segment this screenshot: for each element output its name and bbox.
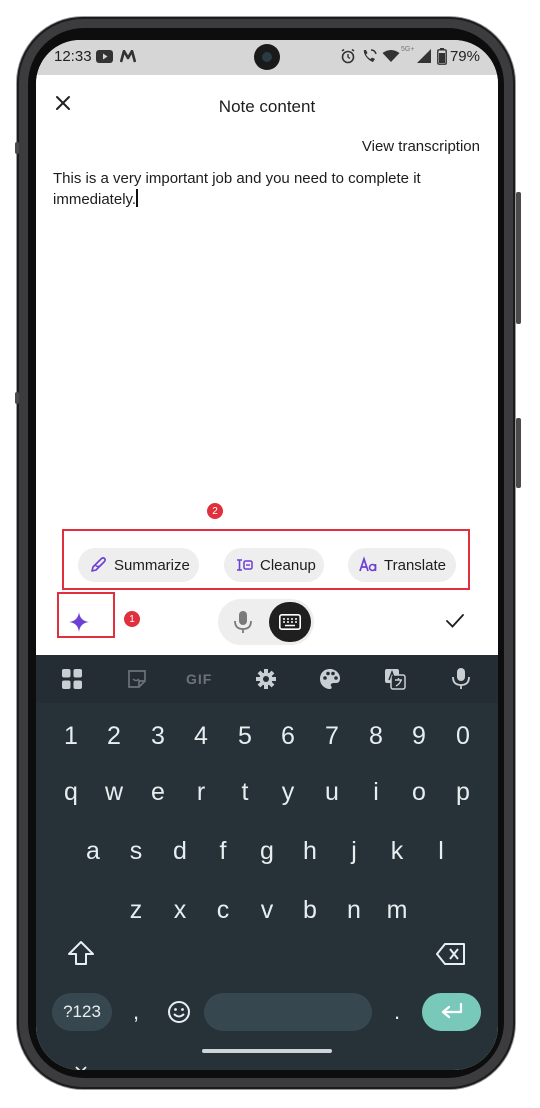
key-d[interactable]: d <box>162 837 198 866</box>
wifi-icon <box>382 49 400 63</box>
key-x[interactable]: x <box>162 896 198 925</box>
key-h[interactable]: h <box>292 837 328 866</box>
gif-icon[interactable]: GIF <box>186 671 218 687</box>
key-w[interactable]: w <box>96 778 132 807</box>
key-q[interactable]: q <box>53 778 89 807</box>
5g-signal-icon <box>416 48 432 64</box>
sparkle-icon[interactable] <box>68 611 90 633</box>
key-k[interactable]: k <box>379 837 415 866</box>
wifi-call-icon <box>361 48 378 64</box>
front-camera <box>254 44 280 70</box>
page-title: Note content <box>218 97 316 116</box>
hide-keyboard-icon[interactable] <box>74 1065 88 1070</box>
note-text-area[interactable]: This is a very important job and you nee… <box>53 169 483 210</box>
key-2[interactable]: 2 <box>96 722 132 751</box>
key-u[interactable]: u <box>314 778 350 807</box>
network-label: 5G+ <box>401 46 415 53</box>
cleanup-button[interactable]: Cleanup <box>224 548 324 582</box>
key-4[interactable]: 4 <box>183 722 219 751</box>
battery-icon <box>437 48 447 65</box>
key-z[interactable]: z <box>118 896 154 925</box>
view-transcription-link[interactable]: View transcription <box>362 138 480 155</box>
sticker-icon[interactable] <box>126 668 148 690</box>
key-1[interactable]: 1 <box>53 722 89 751</box>
keyboard-icon <box>279 614 301 630</box>
translate-icon <box>358 555 378 575</box>
translate-button[interactable]: Translate <box>348 548 456 582</box>
text-caret <box>136 189 139 207</box>
shift-key[interactable] <box>67 940 95 966</box>
annotation-badge-2: 2 <box>207 503 223 519</box>
comma-key[interactable]: , <box>118 999 154 1025</box>
key-6[interactable]: 6 <box>270 722 306 751</box>
emoji-icon[interactable] <box>167 1000 191 1024</box>
key-i[interactable]: i <box>358 778 394 807</box>
translate-label: Translate <box>384 556 446 574</box>
key-5[interactable]: 5 <box>227 722 263 751</box>
translate-icon[interactable] <box>384 668 406 690</box>
key-m[interactable]: m <box>379 896 415 925</box>
alarm-icon <box>340 48 356 64</box>
key-p[interactable]: p <box>445 778 481 807</box>
keyboard: 1 2 3 4 5 6 7 8 9 0 q w e r t y u i o p … <box>36 703 498 1070</box>
key-c[interactable]: c <box>205 896 241 925</box>
key-t[interactable]: t <box>227 778 263 807</box>
apps-grid-icon[interactable] <box>61 668 83 690</box>
summarize-label: Summarize <box>114 556 190 574</box>
key-n[interactable]: n <box>336 896 372 925</box>
screen: 12:33 5G+ 79% Note content View transcri… <box>36 40 498 1070</box>
keyboard-mode-button[interactable] <box>269 602 311 642</box>
backspace-key[interactable] <box>436 943 466 965</box>
key-f[interactable]: f <box>205 837 241 866</box>
text-cursor-icon <box>234 555 254 575</box>
microphone-icon[interactable] <box>232 610 254 634</box>
summarize-button[interactable]: Summarize <box>78 548 199 582</box>
home-indicator[interactable] <box>202 1049 332 1053</box>
key-o[interactable]: o <box>401 778 437 807</box>
power-button <box>516 418 521 488</box>
key-0[interactable]: 0 <box>445 722 481 751</box>
key-9[interactable]: 9 <box>401 722 437 751</box>
key-s[interactable]: s <box>118 837 154 866</box>
battery-percent: 79% <box>449 48 480 65</box>
keyboard-toolbar: GIF <box>36 655 498 703</box>
status-time: 12:33 <box>54 48 92 65</box>
enter-icon <box>440 1003 464 1021</box>
pen-sparkle-icon <box>88 555 108 575</box>
annotation-badge-1: 1 <box>124 611 140 627</box>
key-v[interactable]: v <box>249 896 285 925</box>
key-7[interactable]: 7 <box>314 722 350 751</box>
period-key[interactable]: . <box>379 999 415 1025</box>
volume-button <box>516 192 521 324</box>
youtube-icon <box>96 50 113 63</box>
side-marker <box>15 392 19 404</box>
key-3[interactable]: 3 <box>140 722 176 751</box>
key-r[interactable]: r <box>183 778 219 807</box>
settings-gear-icon[interactable] <box>255 668 277 690</box>
key-g[interactable]: g <box>249 837 285 866</box>
microphone-icon[interactable] <box>451 667 471 691</box>
symbols-key[interactable]: ?123 <box>52 993 112 1031</box>
cleanup-label: Cleanup <box>260 556 316 574</box>
palette-icon[interactable] <box>319 668 341 690</box>
enter-key[interactable] <box>422 993 481 1031</box>
key-a[interactable]: a <box>75 837 111 866</box>
key-b[interactable]: b <box>292 896 328 925</box>
key-e[interactable]: e <box>140 778 176 807</box>
status-bar: 12:33 5G+ 79% <box>36 40 498 75</box>
key-l[interactable]: l <box>423 837 459 866</box>
note-text: This is a very important job and you nee… <box>53 170 421 208</box>
key-y[interactable]: y <box>270 778 306 807</box>
key-8[interactable]: 8 <box>358 722 394 751</box>
key-j[interactable]: j <box>336 837 372 866</box>
check-icon[interactable] <box>444 611 466 631</box>
m-icon <box>120 50 136 63</box>
space-bar[interactable] <box>204 993 372 1031</box>
side-marker <box>15 142 19 154</box>
